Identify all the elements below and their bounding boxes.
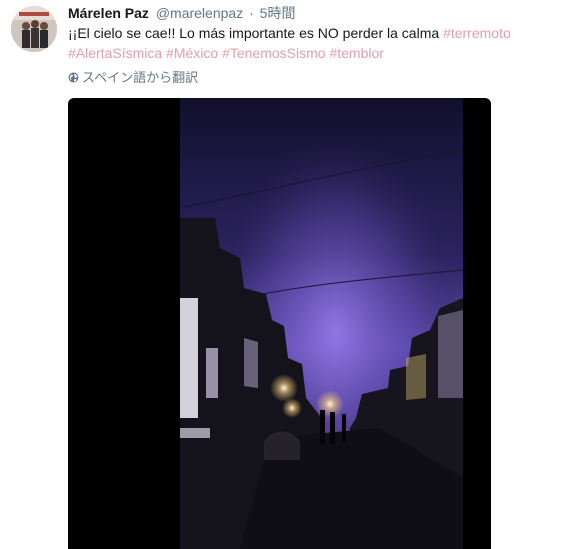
- translate-link[interactable]: スペイン語から翻訳: [68, 70, 198, 86]
- tweet-body: ¡¡El cielo se cae!! Lo más importante es…: [68, 25, 444, 41]
- tweet: Márelen Paz @marelenpaz · 5時間 ¡¡El cielo…: [0, 0, 586, 549]
- hashtag-alertasismica[interactable]: #AlertaSísmica: [68, 45, 162, 61]
- separator-dot: ·: [249, 5, 254, 21]
- author-name[interactable]: Márelen Paz: [68, 5, 149, 21]
- tweet-header: Márelen Paz @marelenpaz · 5時間: [68, 4, 295, 22]
- tweet-text: ¡¡El cielo se cae!! Lo más importante es…: [68, 23, 568, 63]
- timestamp[interactable]: 5時間: [260, 5, 296, 21]
- hashtag-temblor[interactable]: #temblor: [329, 45, 383, 61]
- video-frame: [180, 98, 463, 549]
- author-handle[interactable]: @marelenpaz: [156, 5, 243, 21]
- hashtag-mexico[interactable]: #México: [166, 45, 218, 61]
- avatar[interactable]: [11, 6, 57, 52]
- video-player[interactable]: [68, 98, 491, 549]
- translate-label: スペイン語から翻訳: [82, 70, 199, 85]
- avatar-image: [11, 6, 57, 52]
- hashtag-tenemossismo[interactable]: #TenemosSismo: [222, 45, 326, 61]
- globe-icon: [68, 72, 79, 83]
- hashtag-terremoto[interactable]: #terremoto: [443, 25, 511, 41]
